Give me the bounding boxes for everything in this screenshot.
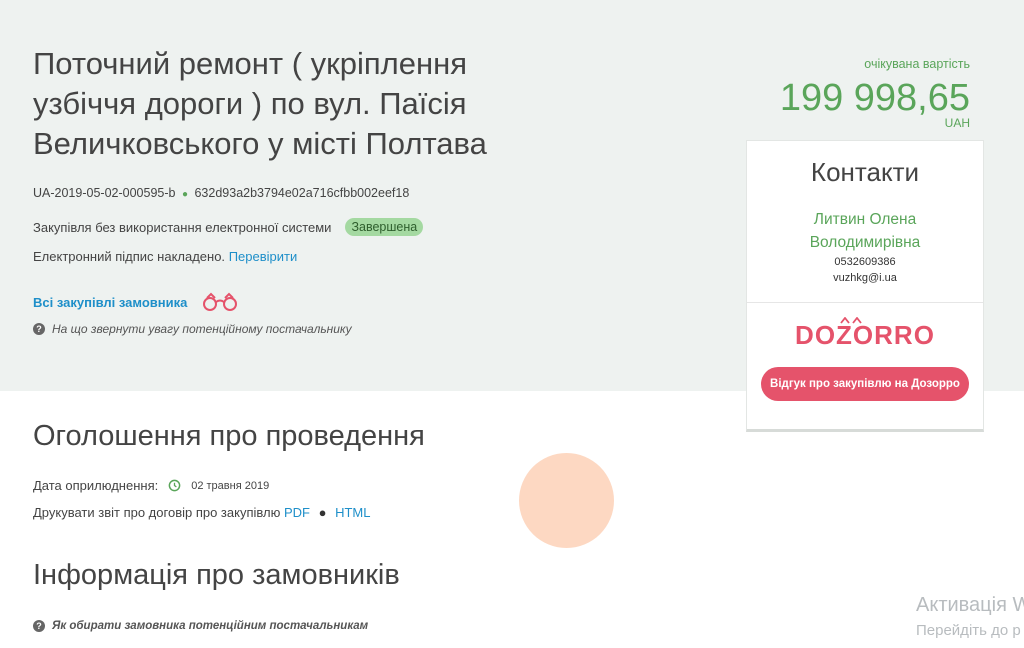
verify-signature-link[interactable]: Перевірити — [229, 249, 298, 264]
green-dot-icon: ● — [181, 189, 188, 200]
publication-date-label: Дата оприлюднення: — [33, 478, 159, 493]
tender-hash: 632d93a2b3794e02a716cfbb002eef18 — [194, 186, 410, 200]
print-separator: ● — [318, 505, 327, 520]
publication-date-row: Дата оприлюднення: 02 травня 2019 — [33, 478, 269, 493]
all-purchases-row: Всі закупівлі замовника — [33, 292, 239, 312]
contact-name-line1: Литвин Олена — [813, 211, 917, 228]
attention-hint-row[interactable]: ? На що звернути увагу потенційному пост… — [33, 322, 352, 336]
procedure-row: Закупівля без використання електронної с… — [33, 218, 424, 236]
announcement-section-title: Оголошення про проведення — [33, 420, 425, 452]
decorative-circle — [519, 453, 614, 548]
contact-name: Литвин Олена Володимирівна — [747, 208, 983, 254]
dozorro-feedback-button[interactable]: Відгук про закупівлю на Дозорро — [761, 367, 969, 401]
question-circle-icon: ? — [33, 323, 45, 335]
contacts-card: Контакти Литвин Олена Володимирівна 0532… — [746, 140, 984, 432]
signature-row: Електронний підпис накладено. Перевірити — [33, 249, 297, 264]
tender-title: Поточний ремонт ( укріплення узбіччя дор… — [33, 46, 487, 161]
publication-date: 02 травня 2019 — [191, 479, 270, 492]
status-badge: Завершена — [345, 218, 424, 236]
print-report-row: Друкувати звіт про договір про закупівлю… — [33, 505, 370, 520]
procedure-type: Закупівля без використання електронної с… — [33, 219, 332, 235]
contact-phone[interactable]: 0532609386 — [747, 256, 983, 268]
contacts-title: Контакти — [810, 157, 920, 187]
print-html-link[interactable]: HTML — [335, 505, 370, 520]
card-divider — [747, 302, 983, 303]
customers-section-title: Інформація про замовників — [33, 559, 400, 591]
dozorro-logo-text: DOZORRO — [795, 320, 935, 350]
binoculars-icon[interactable] — [201, 292, 239, 312]
expected-price-label: очікувана вартість — [864, 57, 970, 71]
tender-id: UA-2019-05-02-000595-b — [33, 186, 176, 200]
contact-name-line2: Володимирівна — [809, 234, 921, 251]
question-circle-icon: ? — [33, 620, 45, 632]
contact-email[interactable]: vuzhkg@i.ua — [747, 272, 983, 284]
tender-id-row: UA-2019-05-02-000595-b ● 632d93a2b3794e0… — [33, 186, 409, 200]
price-currency: UAH — [944, 116, 970, 130]
expected-price-amount: 199 998,65 — [779, 77, 970, 119]
print-pdf-link[interactable]: PDF — [284, 505, 310, 520]
windows-activation-title: Активація W — [916, 594, 1024, 616]
dozorro-logo[interactable]: DOZORRO — [747, 316, 983, 356]
signature-text: Електронний підпис накладено. — [33, 249, 226, 264]
attention-hint-text: На що звернути увагу потенційному постач… — [52, 322, 352, 336]
windows-activation-text: Перейдіть до р — [916, 622, 1021, 639]
customer-hint-text: Як обирати замовника потенційним постача… — [52, 620, 369, 632]
clock-icon — [168, 479, 181, 492]
print-report-label: Друкувати звіт про договір про закупівлю — [33, 505, 281, 520]
customer-hint-row[interactable]: ? Як обирати замовника потенційним поста… — [33, 620, 368, 632]
all-purchases-link[interactable]: Всі закупівлі замовника — [33, 295, 187, 310]
